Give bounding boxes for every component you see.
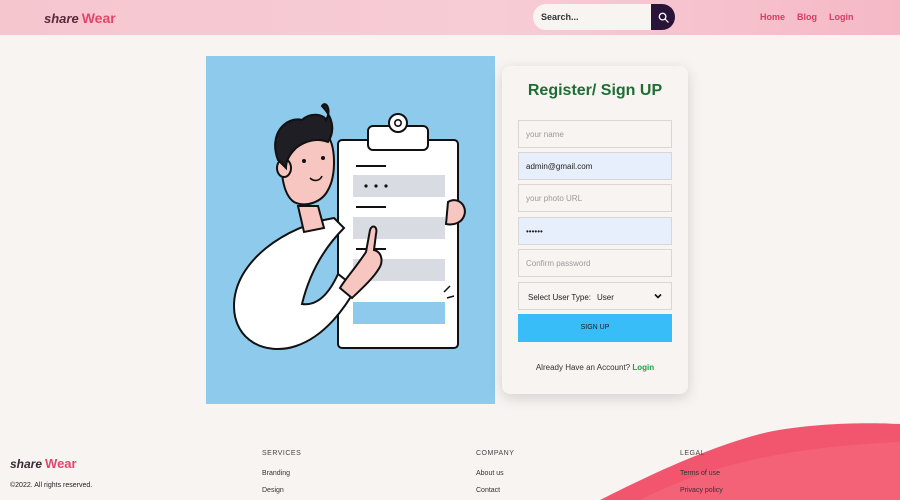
- login-link[interactable]: Login: [632, 363, 654, 372]
- register-card: Register/ Sign UP Select User Type: User…: [502, 66, 688, 394]
- footer-link-privacy[interactable]: Privacy policy: [680, 487, 723, 494]
- search-button[interactable]: [651, 4, 675, 30]
- search-input[interactable]: [533, 4, 658, 30]
- login-prompt: Already Have an Account? Login: [535, 363, 655, 372]
- footer-link-design[interactable]: Design: [262, 487, 284, 494]
- brand-logo[interactable]: share Wear: [44, 10, 116, 26]
- form-title: Register/ Sign UP: [527, 82, 663, 99]
- services-heading: SERVICES: [262, 450, 302, 457]
- confirm-password-field[interactable]: [518, 249, 672, 277]
- chevron-down-icon: [654, 293, 662, 299]
- footer-link-terms[interactable]: Terms of use: [680, 470, 720, 477]
- user-type-select[interactable]: Select User Type: User: [518, 282, 672, 310]
- email-field[interactable]: [518, 152, 672, 180]
- company-heading: COMPANY: [476, 450, 515, 457]
- copyright: ©2022. All rights reserved.: [10, 482, 93, 489]
- user-type-label: Select User Type:: [528, 293, 591, 302]
- footer-link-branding[interactable]: Branding: [262, 470, 290, 477]
- nav-login-link[interactable]: Login: [829, 12, 854, 22]
- photo-url-field[interactable]: [518, 184, 672, 212]
- search-icon: [658, 12, 669, 23]
- top-navbar: shareWear Home Blog Login: [0, 0, 900, 35]
- search-bar: [533, 4, 675, 30]
- nav-home-link[interactable]: Home: [760, 12, 785, 22]
- footer-swoosh: [600, 423, 900, 500]
- name-field[interactable]: [518, 120, 672, 148]
- legal-heading: LEGAL: [680, 450, 706, 457]
- password-field[interactable]: [518, 217, 672, 245]
- footer-link-contact[interactable]: Contact: [476, 487, 500, 494]
- register-illustration: [206, 56, 495, 404]
- nav-blog-link[interactable]: Blog: [797, 12, 817, 22]
- user-type-value: User: [597, 293, 614, 302]
- footer-logo[interactable]: share Wear: [10, 456, 77, 471]
- sign-up-button[interactable]: SIGN UP: [518, 314, 672, 342]
- footer-link-about[interactable]: About us: [476, 470, 504, 477]
